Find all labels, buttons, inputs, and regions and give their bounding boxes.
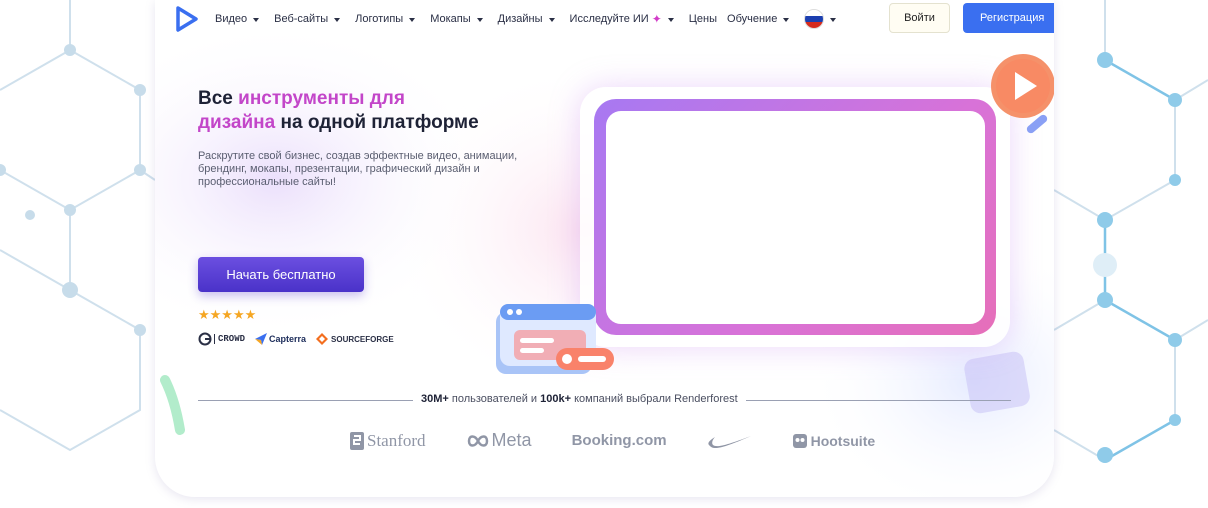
hootsuite-owl-icon [792, 433, 807, 448]
chevron-down-icon [548, 17, 555, 22]
hootsuite-logo: Hootsuite [792, 433, 875, 449]
chevron-down-icon [334, 17, 341, 22]
g2-crowd-logo: CROWD [198, 332, 245, 346]
language-selector[interactable] [804, 9, 837, 29]
nav-item-explore-ai[interactable]: Исследуйте ИИ ✦ [570, 12, 674, 26]
booking-logo: Booking.com [571, 432, 667, 449]
meta-infinity-icon [467, 434, 488, 447]
nike-swoosh-icon [707, 435, 751, 448]
register-button[interactable]: Регистрация [963, 3, 1054, 33]
login-button[interactable]: Войти [889, 3, 950, 33]
preview-video-area[interactable] [606, 111, 985, 324]
title-text: на одной платформе [275, 112, 479, 133]
nav-item-designs[interactable]: Дизайны [498, 13, 555, 25]
g2-icon [198, 332, 212, 346]
chevron-down-icon [476, 17, 483, 22]
top-navigation: Видео Веб-сайты Логотипы Мокапы Дизайны … [155, 0, 1054, 38]
nav-item-learning[interactable]: Обучение [727, 13, 790, 25]
nike-logo [707, 432, 753, 450]
trusted-brands: Stanford Meta Booking.com Hootsuite [350, 430, 915, 451]
chevron-down-icon [409, 17, 416, 22]
capterra-logo: Capterra [255, 333, 306, 345]
sourceforge-diamond-icon [316, 333, 329, 345]
sourceforge-logo: SOURCEFORGE [316, 333, 394, 345]
rating-stars: ★★★★★ [198, 307, 257, 322]
chevron-down-icon [667, 17, 674, 22]
nav-item-mockups[interactable]: Мокапы [430, 13, 483, 25]
start-free-button[interactable]: Начать бесплатно [198, 257, 364, 292]
stanford-logo: Stanford [350, 431, 426, 451]
stanford-tree-icon [350, 431, 364, 450]
russia-flag-icon [804, 9, 825, 29]
nav-item-websites[interactable]: Веб-сайты [274, 13, 341, 25]
chevron-down-icon [253, 17, 260, 22]
nav-item-pricing[interactable]: Цены [689, 13, 717, 25]
browser-window-illustration [496, 304, 614, 374]
capterra-arrow-icon [255, 333, 268, 345]
renderforest-logo[interactable] [175, 6, 199, 32]
title-highlight: дизайна [198, 112, 276, 133]
hero-card: Видео Веб-сайты Логотипы Мокапы Дизайны … [155, 0, 1054, 497]
chevron-down-icon [830, 17, 837, 22]
review-sites: CROWD Capterra SOURCEFORGE [198, 332, 404, 346]
play-icon [991, 54, 1054, 134]
sparkle-icon: ✦ [651, 12, 662, 26]
stats-text: 30M+ пользователей и 100k+ компаний выбр… [413, 393, 746, 405]
title-text: Все [198, 88, 239, 109]
hero-subtitle: Раскрутите свой бизнес, создав эффектные… [198, 150, 518, 188]
chevron-down-icon [783, 17, 790, 22]
title-highlight: инструменты для [238, 88, 405, 109]
meta-logo: Meta [466, 430, 532, 451]
nav-item-video[interactable]: Видео [215, 13, 260, 25]
nav-menu: Видео Веб-сайты Логотипы Мокапы Дизайны … [215, 0, 851, 38]
hero-title: Все инструменты для дизайна на одной пла… [198, 87, 538, 135]
nav-item-logos[interactable]: Логотипы [355, 13, 416, 25]
